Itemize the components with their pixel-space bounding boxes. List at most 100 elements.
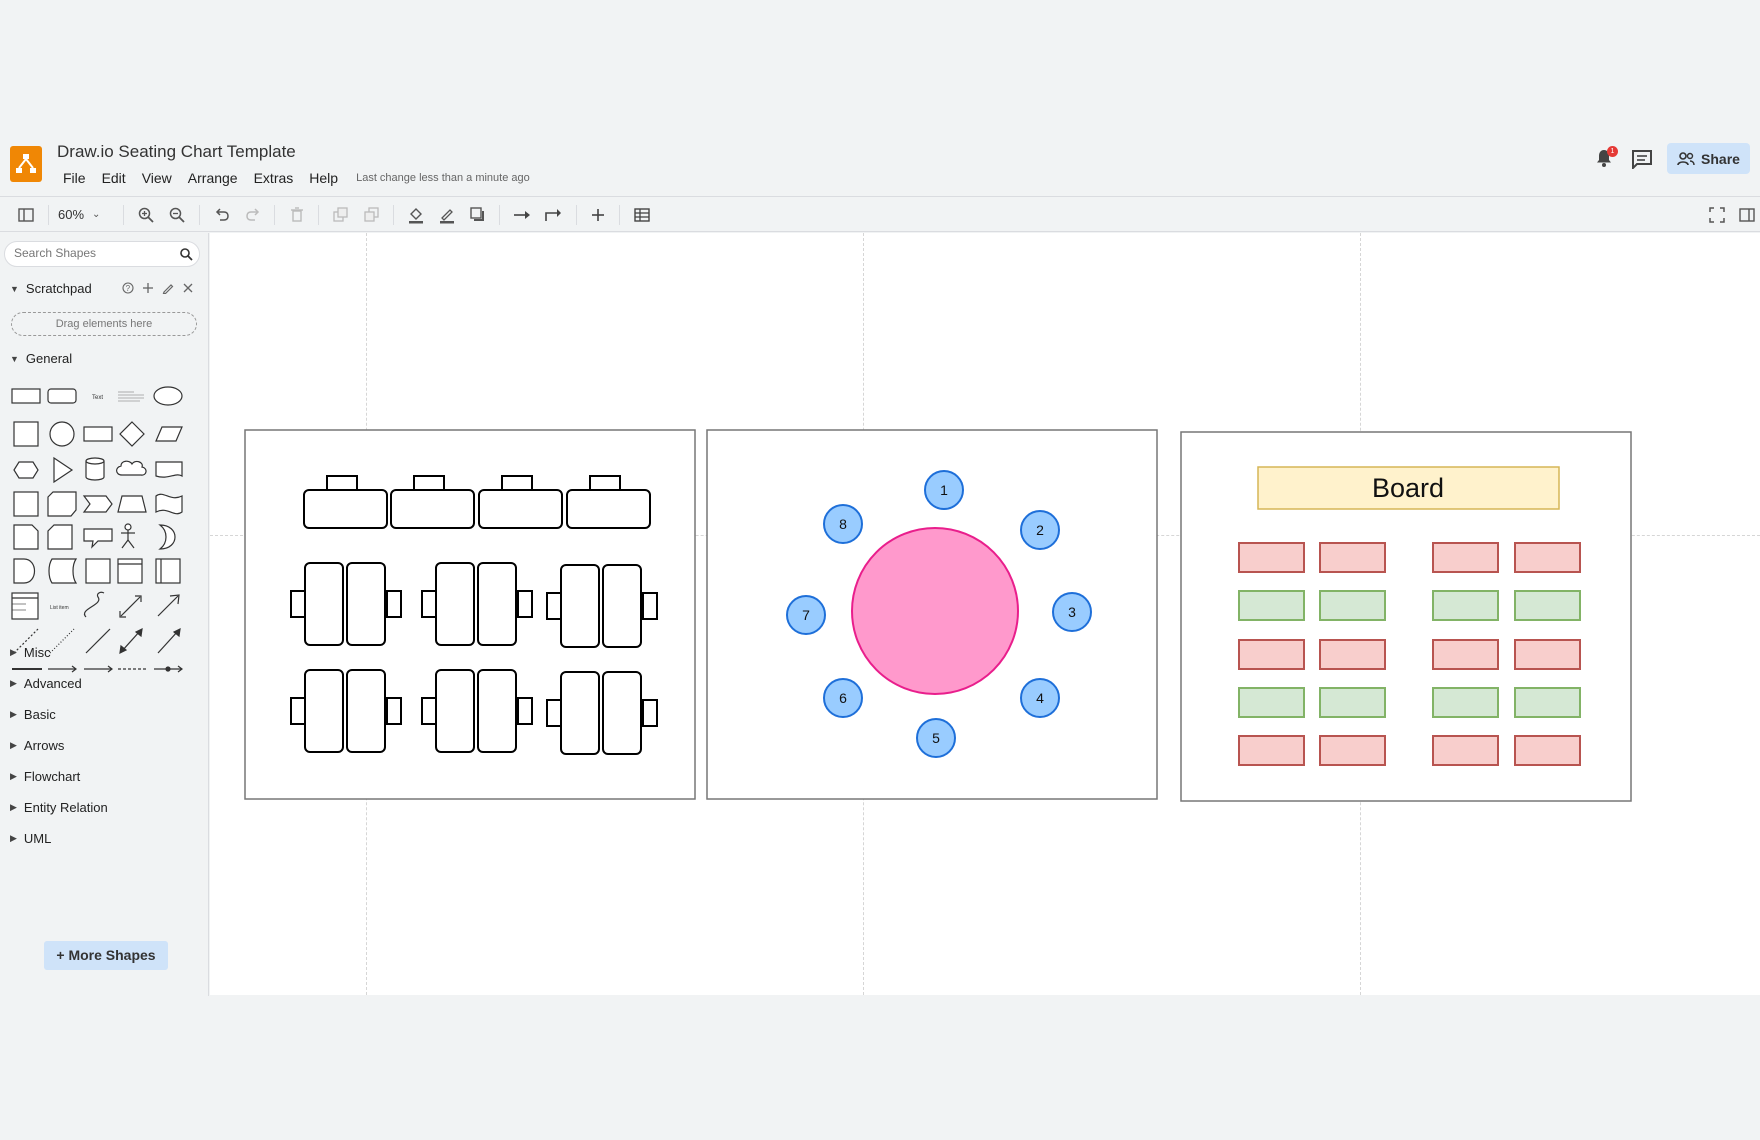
table-chair[interactable] [589,475,621,491]
menu-file[interactable]: File [63,170,86,186]
desk-red[interactable] [1238,735,1305,766]
scratchpad-drop-zone[interactable]: Drag elements here [11,312,197,336]
section-arrows[interactable]: ▶ Arrows [10,738,64,753]
desk-left[interactable] [435,562,475,646]
desk-red[interactable] [1319,542,1386,573]
long-table[interactable] [303,489,388,529]
long-table[interactable] [478,489,563,529]
connection-arrow-icon[interactable] [512,205,532,225]
desk-chair-right[interactable] [517,590,533,618]
desk-chair-left[interactable] [421,590,437,618]
panel-classroom[interactable]: Board [1180,431,1632,802]
desk-red[interactable] [1432,542,1499,573]
close-icon[interactable] [182,282,194,294]
zoom-dropdown[interactable]: 60% ⌄ [58,207,100,222]
table-chair[interactable] [326,475,358,491]
section-scratchpad[interactable]: ▼ Scratchpad [10,281,92,296]
desk-chair-right[interactable] [386,590,402,618]
desk-green[interactable] [1319,687,1386,718]
section-uml[interactable]: ▶ UML [10,831,51,846]
table-chair[interactable] [501,475,533,491]
seat-5[interactable]: 5 [916,718,956,758]
share-button[interactable]: Share [1667,143,1750,174]
menu-arrange[interactable]: Arrange [188,170,238,186]
desk-red[interactable] [1514,735,1581,766]
search-icon[interactable] [180,248,193,261]
menu-help[interactable]: Help [309,170,338,186]
line-color-icon[interactable] [437,205,457,225]
add-icon[interactable] [142,282,154,294]
zoom-out-icon[interactable] [167,205,187,225]
fullscreen-icon[interactable] [1707,205,1727,225]
undo-icon[interactable] [212,205,232,225]
table-icon[interactable] [632,205,652,225]
more-shapes-button[interactable]: + More Shapes [44,941,168,970]
desk-red[interactable] [1319,639,1386,670]
desk-red[interactable] [1238,639,1305,670]
seat-1[interactable]: 1 [924,470,964,510]
desk-right[interactable] [346,669,386,753]
diagram-canvas[interactable]: 1 2 3 4 5 6 7 8 Board [210,233,1760,995]
long-table[interactable] [566,489,651,529]
desk-chair-right[interactable] [386,697,402,725]
seat-2[interactable]: 2 [1020,510,1060,550]
seat-8[interactable]: 8 [823,504,863,544]
desk-chair-left[interactable] [290,697,306,725]
format-panel-toggle-icon[interactable] [16,205,36,225]
desk-green[interactable] [1238,590,1305,621]
section-flowchart[interactable]: ▶ Flowchart [10,769,80,784]
section-entity-relation[interactable]: ▶ Entity Relation [10,800,108,815]
fill-color-icon[interactable] [406,205,426,225]
desk-chair-right[interactable] [517,697,533,725]
desk-green[interactable] [1319,590,1386,621]
comments-icon[interactable] [1631,149,1653,169]
desk-chair-left[interactable] [546,699,562,727]
panel-round-table[interactable]: 1 2 3 4 5 6 7 8 [706,429,1158,800]
desk-right[interactable] [477,669,517,753]
round-table[interactable] [851,527,1019,695]
last-change-status[interactable]: Last change less than a minute ago [356,172,530,184]
desk-chair-right[interactable] [642,592,658,620]
menu-view[interactable]: View [142,170,172,186]
search-input[interactable] [14,246,174,260]
menu-edit[interactable]: Edit [102,170,126,186]
panel-table-layout[interactable] [244,429,696,800]
redo-icon[interactable] [243,205,263,225]
section-general[interactable]: ▼ General [10,351,72,366]
seat-7[interactable]: 7 [786,595,826,635]
desk-left[interactable] [304,562,344,646]
seat-4[interactable]: 4 [1020,678,1060,718]
seat-3[interactable]: 3 [1052,592,1092,632]
desk-left[interactable] [560,671,600,755]
search-box[interactable] [4,241,200,267]
help-icon[interactable]: ? [122,282,134,294]
menu-extras[interactable]: Extras [254,170,294,186]
desk-red[interactable] [1432,639,1499,670]
desk-right[interactable] [477,562,517,646]
desk-green[interactable] [1238,687,1305,718]
desk-chair-right[interactable] [642,699,658,727]
desk-chair-left[interactable] [290,590,306,618]
desk-green[interactable] [1514,687,1581,718]
desk-right[interactable] [602,671,642,755]
document-title[interactable]: Draw.io Seating Chart Template [57,142,296,162]
desk-red[interactable] [1432,735,1499,766]
section-advanced[interactable]: ▶ Advanced [10,676,82,691]
insert-plus-icon[interactable] [588,205,608,225]
drawio-logo[interactable] [10,146,42,182]
desk-left[interactable] [560,564,600,648]
section-basic[interactable]: ▶ Basic [10,707,56,722]
desk-chair-left[interactable] [421,697,437,725]
waypoints-icon[interactable] [543,205,563,225]
to-back-icon[interactable] [362,205,382,225]
desk-red[interactable] [1514,639,1581,670]
section-misc[interactable]: ▶ Misc [10,645,51,660]
table-chair[interactable] [413,475,445,491]
desk-chair-left[interactable] [546,592,562,620]
seat-6[interactable]: 6 [823,678,863,718]
desk-green[interactable] [1432,687,1499,718]
delete-icon[interactable] [287,205,307,225]
desk-right[interactable] [346,562,386,646]
to-front-icon[interactable] [331,205,351,225]
desk-right[interactable] [602,564,642,648]
